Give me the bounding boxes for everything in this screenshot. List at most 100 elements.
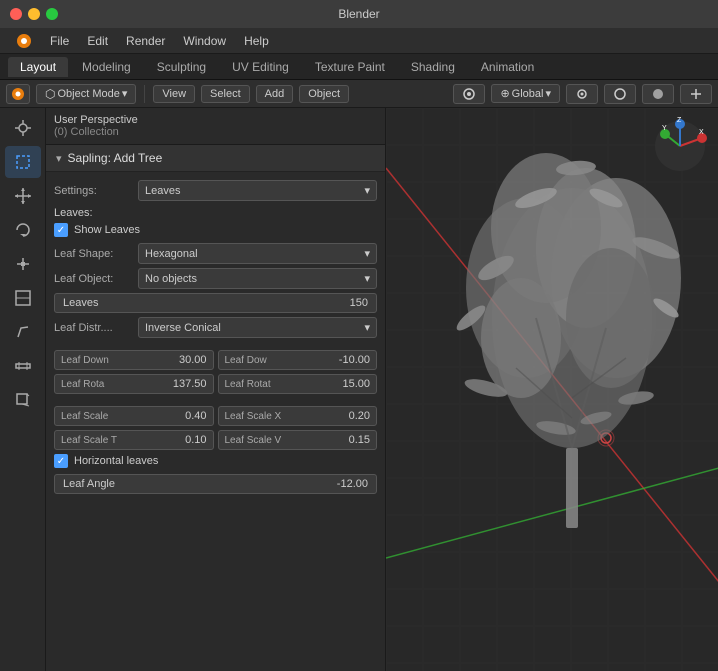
blender-logo[interactable]	[8, 31, 40, 51]
select-menu[interactable]: Select	[201, 85, 250, 103]
toolbar: ⬡ Object Mode ▾ View Select Add Object ⊕…	[0, 80, 718, 108]
sidebar-icon-measure[interactable]	[5, 350, 41, 382]
leaf-scale-t-label: Leaf Scale T	[61, 435, 117, 446]
sidebar-icon-cursor[interactable]	[5, 112, 41, 144]
leaf-dow-value: -10.00	[339, 354, 370, 366]
gap-2	[54, 398, 377, 406]
menu-edit[interactable]: Edit	[79, 32, 116, 50]
leaf-object-label: Leaf Object:	[54, 273, 134, 285]
minimize-button[interactable]	[28, 8, 40, 20]
leaf-distr-value: Inverse Conical	[145, 322, 221, 334]
tab-sculpting[interactable]: Sculpting	[145, 57, 218, 77]
panel-header-sapling[interactable]: ▾ Sapling: Add Tree	[46, 145, 385, 172]
tab-shading[interactable]: Shading	[399, 57, 467, 77]
horizontal-leaves-row: ✓ Horizontal leaves	[54, 454, 377, 468]
sidebar-icon-scale[interactable]	[5, 248, 41, 280]
leaves-field[interactable]: Leaves 150	[54, 293, 377, 313]
tab-animation[interactable]: Animation	[469, 57, 546, 77]
menu-window[interactable]: Window	[175, 32, 234, 50]
leaf-down-field[interactable]: Leaf Down 30.00	[54, 350, 214, 370]
leaf-rota-pair: Leaf Rota 137.50 Leaf Rotat 15.00	[54, 374, 377, 394]
sidebar-icon-transform[interactable]	[5, 282, 41, 314]
leaf-scale-value: 0.40	[185, 410, 206, 422]
view-menu[interactable]: View	[153, 85, 195, 103]
leaf-dow-label: Leaf Dow	[225, 355, 267, 366]
title-bar: Blender	[0, 0, 718, 28]
settings-dropdown[interactable]: Leaves ▾	[138, 180, 377, 201]
transform-dropdown[interactable]: ⊕ Global ▾	[491, 84, 560, 103]
menu-bar: File Edit Render Window Help	[0, 28, 718, 54]
horizontal-leaves-label: Horizontal leaves	[74, 455, 158, 467]
leaf-scale-x-field[interactable]: Leaf Scale X 0.20	[218, 406, 378, 426]
section-title: Leaves:	[54, 207, 377, 219]
tab-uv-editing[interactable]: UV Editing	[220, 57, 301, 77]
leaf-distr-label: Leaf Distr....	[54, 322, 134, 334]
leaf-scale-tv-pair: Leaf Scale T 0.10 Leaf Scale V 0.15	[54, 430, 377, 450]
leaf-object-dropdown[interactable]: No objects ▾	[138, 268, 377, 289]
show-leaves-label: Show Leaves	[74, 224, 140, 236]
svg-text:X: X	[699, 129, 704, 136]
leaf-rotat-field[interactable]: Leaf Rotat 15.00	[218, 374, 378, 394]
menu-render[interactable]: Render	[118, 32, 173, 50]
leaf-scale-v-label: Leaf Scale V	[225, 435, 282, 446]
leaf-scale-t-value: 0.10	[185, 434, 206, 446]
proportional-edit[interactable]	[604, 84, 636, 104]
close-button[interactable]	[10, 8, 22, 20]
tab-texture-paint[interactable]: Texture Paint	[303, 57, 397, 77]
separator-1	[144, 85, 145, 103]
leaf-down-label: Leaf Down	[61, 355, 109, 366]
sidebar-icon-move[interactable]	[5, 180, 41, 212]
settings-row: Settings: Leaves ▾	[54, 180, 377, 201]
leaf-scale-x-label: Leaf Scale X	[225, 411, 282, 422]
object-menu[interactable]: Object	[299, 85, 349, 103]
leaf-scale-field[interactable]: Leaf Scale 0.40	[54, 406, 214, 426]
leaf-scale-v-field[interactable]: Leaf Scale V 0.15	[218, 430, 378, 450]
tab-modeling[interactable]: Modeling	[70, 57, 143, 77]
blender-icon-small[interactable]	[6, 84, 30, 104]
show-leaves-row: ✓ Show Leaves	[54, 223, 377, 237]
snap-button[interactable]	[566, 84, 598, 104]
transform-icon: ⊕	[500, 87, 509, 100]
leaf-scale-t-field[interactable]: Leaf Scale T 0.10	[54, 430, 214, 450]
window-controls[interactable]	[10, 8, 58, 20]
add-menu[interactable]: Add	[256, 85, 294, 103]
overlay-button[interactable]	[642, 84, 674, 104]
maximize-button[interactable]	[46, 8, 58, 20]
svg-text:Y: Y	[662, 125, 667, 132]
leaf-object-row: Leaf Object: No objects ▾	[54, 268, 377, 289]
viewport[interactable]: X Y Z	[386, 108, 718, 671]
panel-title: Sapling: Add Tree	[68, 151, 163, 165]
menu-help[interactable]: Help	[236, 32, 277, 50]
sidebar-icon-add-cube[interactable]	[5, 384, 41, 416]
sidebar-icon-select[interactable]	[5, 146, 41, 178]
leaf-shape-value: Hexagonal	[145, 248, 198, 260]
show-leaves-checkbox[interactable]: ✓	[54, 223, 68, 237]
leaf-distr-arrow: ▾	[364, 321, 370, 334]
leaf-rota-label: Leaf Rota	[61, 379, 104, 390]
viewport-mode-label: User Perspective	[54, 114, 377, 126]
leaf-distr-dropdown[interactable]: Inverse Conical ▾	[138, 317, 377, 338]
panel-content: Settings: Leaves ▾ Leaves: ✓ Show Leaves…	[46, 172, 385, 506]
leaf-dow-field[interactable]: Leaf Dow -10.00	[218, 350, 378, 370]
window-title: Blender	[338, 7, 379, 21]
leaf-object-value: No objects	[145, 273, 197, 285]
leaf-shape-dropdown[interactable]: Hexagonal ▾	[138, 243, 377, 264]
main-area: User Perspective (0) Collection ▾ Saplin…	[0, 108, 718, 671]
leaf-object-arrow: ▾	[364, 272, 370, 285]
leaf-angle-field[interactable]: Leaf Angle -12.00	[54, 474, 377, 494]
viewport-shading[interactable]	[453, 84, 485, 104]
svg-text:Z: Z	[677, 117, 682, 124]
panel-area: User Perspective (0) Collection ▾ Saplin…	[46, 108, 386, 671]
leaf-scale-label: Leaf Scale	[61, 411, 108, 422]
object-mode-dropdown[interactable]: ⬡ Object Mode ▾	[36, 84, 136, 104]
navigation-gizmo[interactable]: X Y Z	[650, 116, 710, 176]
gizmo-button[interactable]	[680, 84, 712, 104]
leaf-distr-row: Leaf Distr.... Inverse Conical ▾	[54, 317, 377, 338]
leaf-angle-value: -12.00	[337, 478, 368, 490]
sidebar-icon-annotate[interactable]	[5, 316, 41, 348]
horizontal-leaves-checkbox[interactable]: ✓	[54, 454, 68, 468]
tab-layout[interactable]: Layout	[8, 57, 68, 77]
leaf-rota-field[interactable]: Leaf Rota 137.50	[54, 374, 214, 394]
menu-file[interactable]: File	[42, 32, 77, 50]
sidebar-icon-rotate[interactable]	[5, 214, 41, 246]
